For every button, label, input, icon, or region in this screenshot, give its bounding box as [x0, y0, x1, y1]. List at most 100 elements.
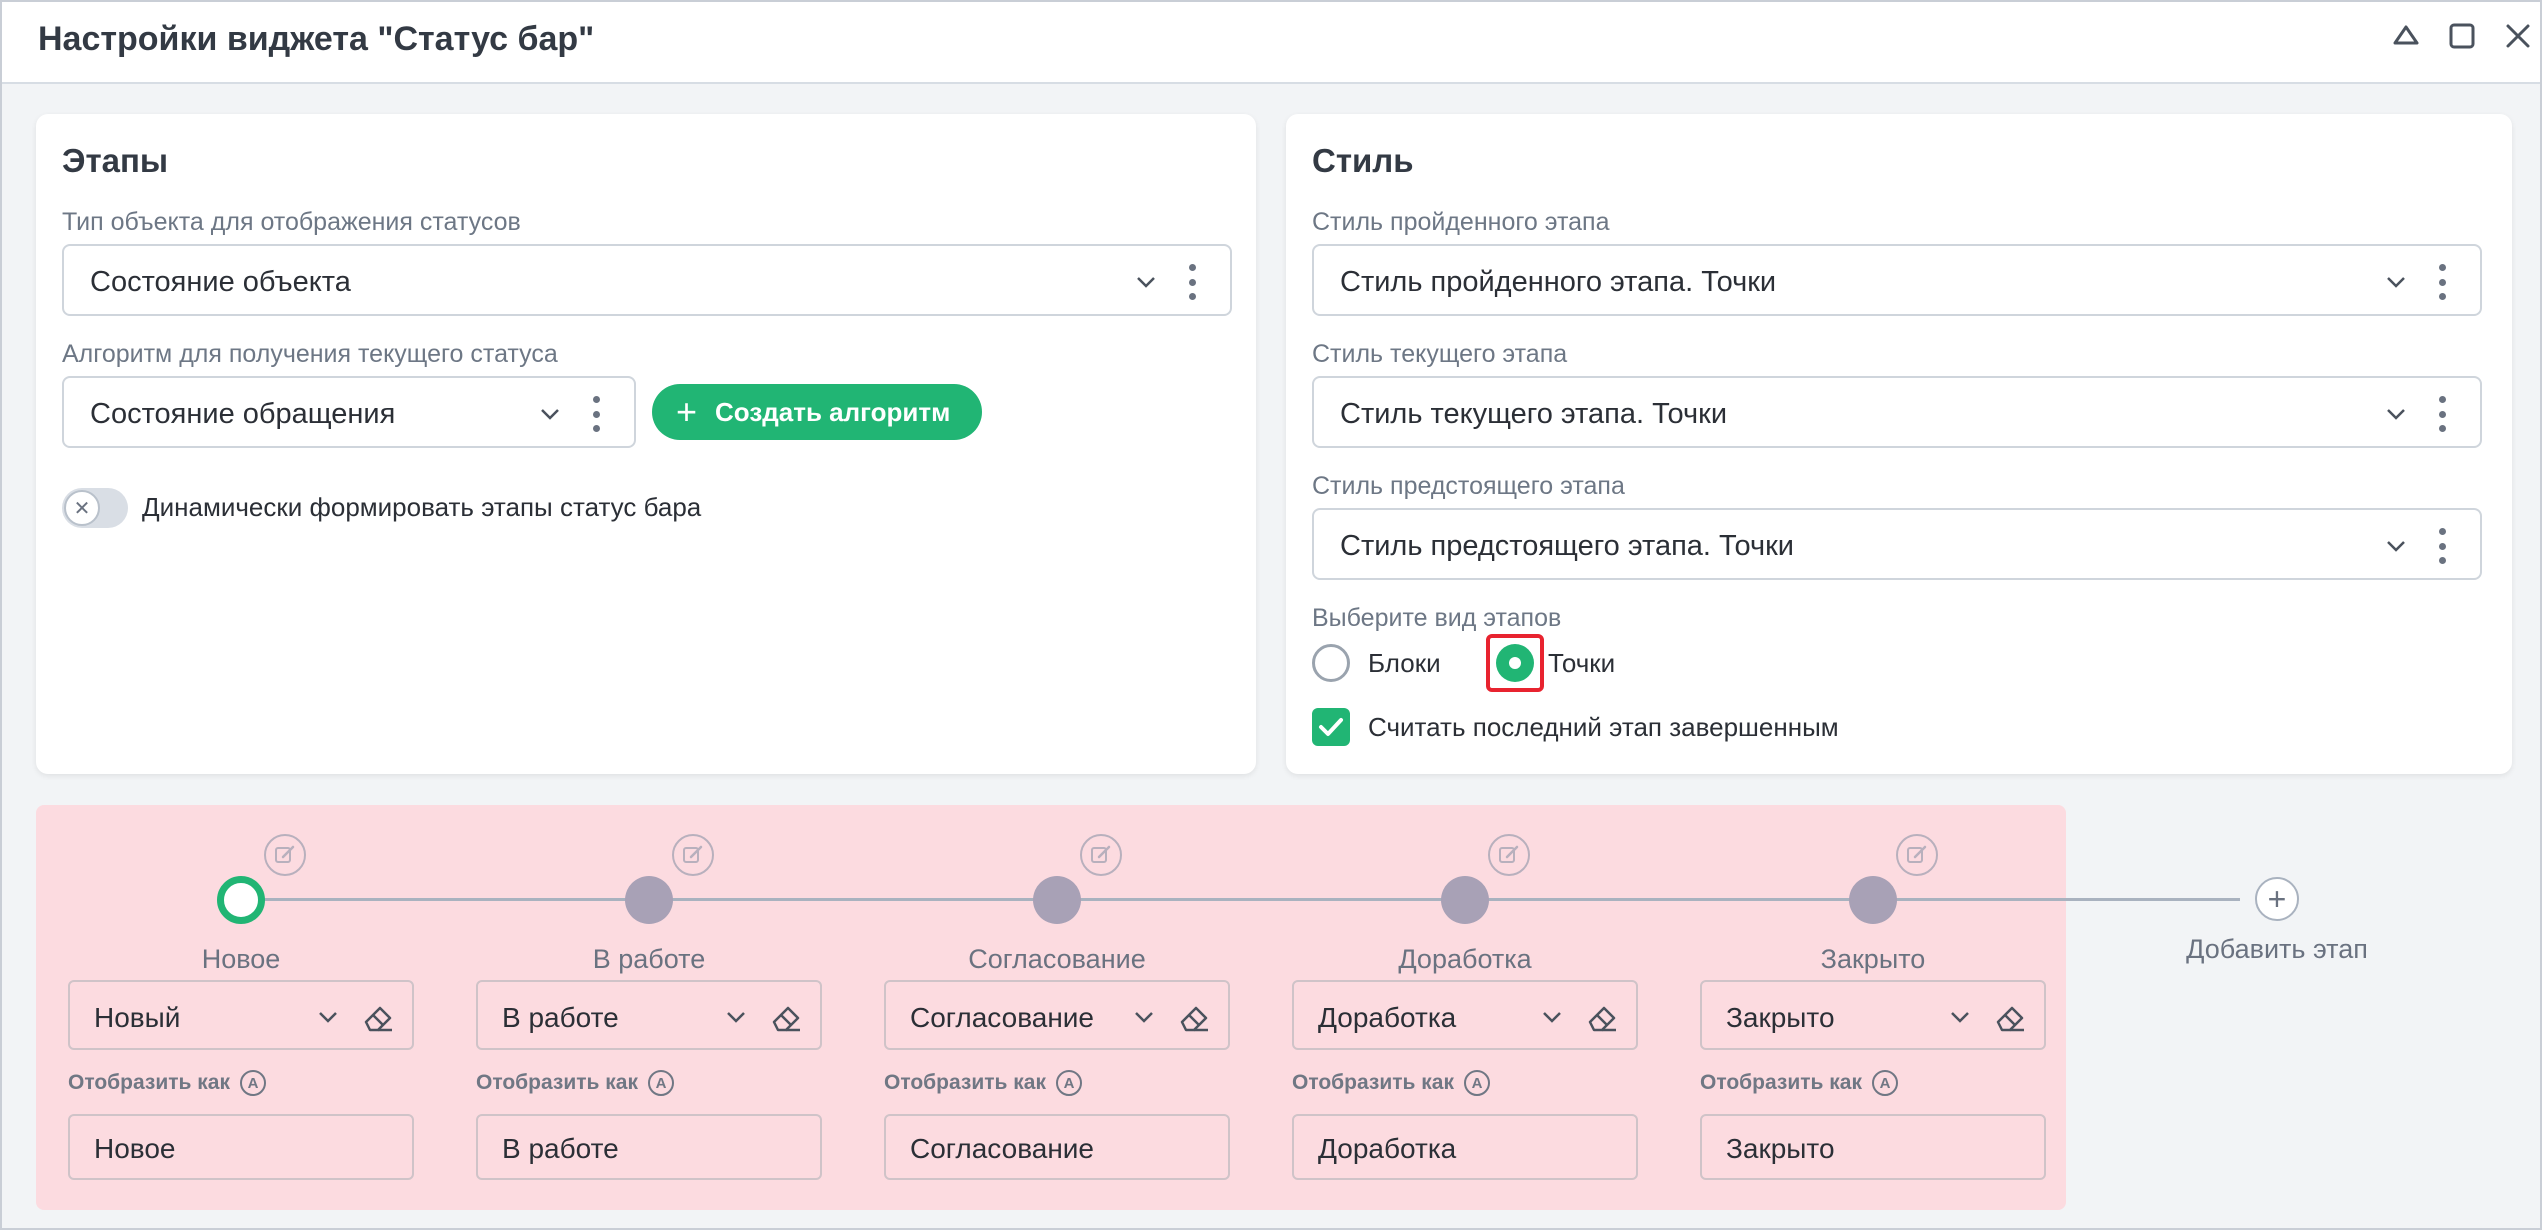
edit-stage-icon[interactable] [1896, 834, 1938, 876]
auto-translate-icon: A [1871, 1070, 1898, 1096]
add-stage-icon[interactable]: + [2255, 877, 2299, 921]
stage-display-input[interactable]: В работе [476, 1114, 822, 1180]
titlebar: Настройки виджета "Статус бар" [2, 2, 2540, 84]
auto-translate-icon: A [239, 1070, 266, 1096]
kebab-menu-icon[interactable] [1180, 260, 1204, 304]
stage-status-value: В работе [502, 1002, 619, 1033]
kebab-menu-icon[interactable] [2430, 524, 2454, 568]
stage-display-input[interactable]: Согласование [884, 1114, 1230, 1180]
algorithm-value: Состояние обращения [90, 398, 396, 430]
radio-dots[interactable] [1496, 644, 1534, 682]
stage-display-input[interactable]: Закрыто [1700, 1114, 2046, 1180]
passed-style-select[interactable]: Стиль пройденного этапа. Точки [1312, 244, 2482, 316]
passed-style-value: Стиль пройденного этапа. Точки [1340, 266, 1777, 298]
stage-status-select[interactable]: В работе [476, 980, 822, 1050]
edit-stage-icon[interactable] [1488, 834, 1530, 876]
display-as-text: Отобразить как [68, 1071, 230, 1094]
stage-dot[interactable] [1033, 876, 1081, 924]
create-algorithm-label: Создать алгоритм [715, 396, 951, 427]
stage-name: Закрыто [1820, 944, 1926, 974]
radio-dots-label: Точки [1548, 648, 1616, 678]
stage-status-select[interactable]: Согласование [884, 980, 1230, 1050]
last-completed-label: Считать последний этап завершенным [1368, 712, 1839, 742]
stages-card-title: Этапы [62, 142, 169, 179]
display-as-text: Отобразить как [1292, 1071, 1454, 1094]
stage-status-select[interactable]: Доработка [1292, 980, 1638, 1050]
edit-stage-icon[interactable] [264, 834, 306, 876]
chevron-down-icon [319, 1012, 337, 1023]
stage-view-label: Выберите вид этапов [1312, 604, 1562, 632]
stage-name: Согласование [968, 944, 1146, 974]
chevron-down-icon [1951, 1012, 1969, 1023]
display-as-label: Отобразить как A [68, 1070, 266, 1096]
last-completed-checkbox[interactable] [1312, 708, 1350, 746]
radio-blocks[interactable] [1312, 644, 1350, 682]
stage-connector-line [240, 898, 2240, 901]
stage-dot[interactable] [1849, 876, 1897, 924]
stage-status-value: Закрыто [1726, 1002, 1835, 1033]
maximize-icon[interactable] [2442, 16, 2482, 56]
chevron-down-icon [2387, 541, 2405, 552]
display-as-text: Отобразить как [884, 1071, 1046, 1094]
stage-display-input[interactable]: Доработка [1292, 1114, 1638, 1180]
stage-display-input[interactable]: Новое [68, 1114, 414, 1180]
collapse-icon[interactable] [2386, 16, 2426, 56]
style-card: Стиль Стиль пройденного этапа Стиль прой… [1286, 114, 2512, 774]
chevron-down-icon [727, 1012, 745, 1023]
close-icon[interactable] [2498, 16, 2538, 56]
auto-translate-icon: A [647, 1070, 674, 1096]
kebab-menu-icon[interactable] [2430, 260, 2454, 304]
passed-style-label: Стиль пройденного этапа [1312, 208, 1610, 236]
auto-translate-icon: A [1055, 1070, 1082, 1096]
stage-dot[interactable] [1441, 876, 1489, 924]
eraser-icon[interactable] [768, 1000, 804, 1034]
algorithm-label: Алгоритм для получения текущего статуса [62, 340, 558, 368]
algorithm-select[interactable]: Состояние обращения [62, 376, 636, 448]
eraser-icon[interactable] [360, 1000, 396, 1034]
display-as-label: Отобразить как A [1700, 1070, 1898, 1096]
upcoming-style-value: Стиль предстоящего этапа. Точки [1340, 530, 1794, 562]
chevron-down-icon [2387, 277, 2405, 288]
stage-display-value: Закрыто [1726, 1133, 1835, 1164]
edit-stage-icon[interactable] [672, 834, 714, 876]
stage-dot[interactable] [217, 876, 265, 924]
eraser-icon[interactable] [1176, 1000, 1212, 1034]
auto-translate-icon: A [1463, 1070, 1490, 1096]
stage-name: В работе [592, 944, 706, 974]
chevron-down-icon [2387, 409, 2405, 420]
radio-blocks-label: Блоки [1368, 648, 1441, 678]
stage-status-value: Новый [94, 1002, 181, 1033]
stages-card: Этапы Тип объекта для отображения статус… [36, 114, 1256, 774]
widget-settings-window: Настройки виджета "Статус бар" Этапы Тип… [0, 0, 2542, 1230]
object-type-select[interactable]: Состояние объекта [62, 244, 1232, 316]
style-card-title: Стиль [1312, 142, 1414, 179]
add-stage-label[interactable]: Добавить этап [2127, 934, 2427, 965]
checkmark-icon [1319, 718, 1343, 736]
stage-name: Доработка [1398, 944, 1532, 974]
edit-stage-icon[interactable] [1080, 834, 1122, 876]
eraser-icon[interactable] [1584, 1000, 1620, 1034]
kebab-menu-icon[interactable] [2430, 392, 2454, 436]
kebab-menu-icon[interactable] [584, 392, 608, 436]
stage-dot[interactable] [625, 876, 673, 924]
display-as-text: Отобразить как [1700, 1071, 1862, 1094]
eraser-icon[interactable] [1992, 1000, 2028, 1034]
upcoming-style-select[interactable]: Стиль предстоящего этапа. Точки [1312, 508, 2482, 580]
current-style-value: Стиль текущего этапа. Точки [1340, 398, 1728, 430]
stage-status-select[interactable]: Закрыто [1700, 980, 2046, 1050]
current-style-select[interactable]: Стиль текущего этапа. Точки [1312, 376, 2482, 448]
stage-status-value: Согласование [910, 1002, 1094, 1033]
dynamic-stages-label: Динамически формировать этапы статус бар… [142, 492, 702, 522]
window-title: Настройки виджета "Статус бар" [38, 20, 595, 58]
stage-display-value: Согласование [910, 1133, 1094, 1164]
stage-display-value: В работе [502, 1133, 619, 1164]
object-type-value: Состояние объекта [90, 266, 351, 298]
stage-status-select[interactable]: Новый [68, 980, 414, 1050]
chevron-down-icon [1135, 1012, 1153, 1023]
upcoming-style-label: Стиль предстоящего этапа [1312, 472, 1625, 500]
stage-display-value: Новое [94, 1133, 176, 1164]
dynamic-stages-toggle[interactable]: ✕ [62, 488, 128, 528]
object-type-label: Тип объекта для отображения статусов [62, 208, 521, 236]
create-algorithm-button[interactable]: + Создать алгоритм [652, 384, 983, 440]
plus-icon: + [676, 391, 698, 432]
